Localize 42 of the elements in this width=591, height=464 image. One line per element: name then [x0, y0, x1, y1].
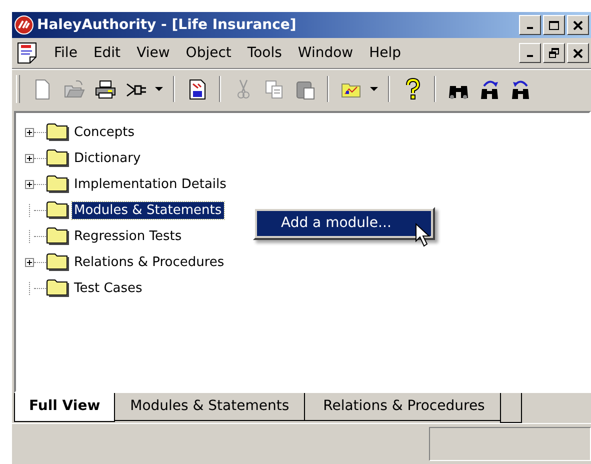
folder-icon	[46, 175, 70, 193]
menu-item[interactable]: Tools	[239, 45, 290, 61]
maximize-button[interactable]	[543, 15, 565, 35]
menu-item[interactable]: Edit	[85, 45, 129, 61]
tree-item[interactable]: Modules & Statements	[72, 202, 224, 218]
tree-item[interactable]: Dictionary	[72, 150, 143, 166]
folder-icon	[46, 279, 70, 297]
caret-icon[interactable]	[368, 87, 380, 91]
folder-icon	[46, 227, 70, 245]
tree-item[interactable]: Test Cases	[72, 280, 144, 296]
caret-icon[interactable]	[153, 87, 165, 91]
menu-item[interactable]: Object	[178, 45, 240, 61]
menu-item[interactable]: Add a module...	[257, 211, 432, 236]
folder-icon	[46, 123, 70, 141]
tab[interactable]	[500, 393, 522, 423]
menu-item[interactable]: Help	[361, 45, 410, 61]
close-icon	[573, 48, 583, 58]
tab[interactable]: Full View	[14, 393, 116, 422]
minimize-button[interactable]	[519, 15, 541, 35]
menu-item[interactable]: View	[128, 45, 178, 61]
tree-item[interactable]: Relations & Procedures	[72, 254, 226, 270]
restore-button[interactable]	[543, 43, 565, 63]
folder-icon	[46, 253, 70, 271]
window-title: HaleyAuthority - [Life Insurance]	[37, 17, 298, 33]
tree-item[interactable]: Concepts	[72, 124, 137, 140]
minimize-button[interactable]	[519, 43, 541, 63]
close-button[interactable]	[567, 15, 589, 35]
folder-icon	[46, 201, 70, 219]
logo-icon	[14, 15, 34, 35]
expand-icon[interactable]	[25, 154, 34, 162]
expand-icon[interactable]	[25, 258, 34, 266]
close-icon	[573, 20, 583, 30]
maximize-icon	[549, 20, 559, 30]
menu-item[interactable]: Window	[290, 45, 362, 61]
tree-item[interactable]: Regression Tests	[72, 228, 184, 244]
restore-icon	[549, 48, 559, 58]
close-button[interactable]	[567, 43, 589, 63]
folder-icon	[46, 149, 70, 167]
expand-icon[interactable]	[25, 180, 34, 188]
tree-item[interactable]: Implementation Details	[72, 176, 228, 192]
menu-item[interactable]: File	[46, 45, 86, 61]
expand-icon[interactable]	[25, 128, 34, 136]
